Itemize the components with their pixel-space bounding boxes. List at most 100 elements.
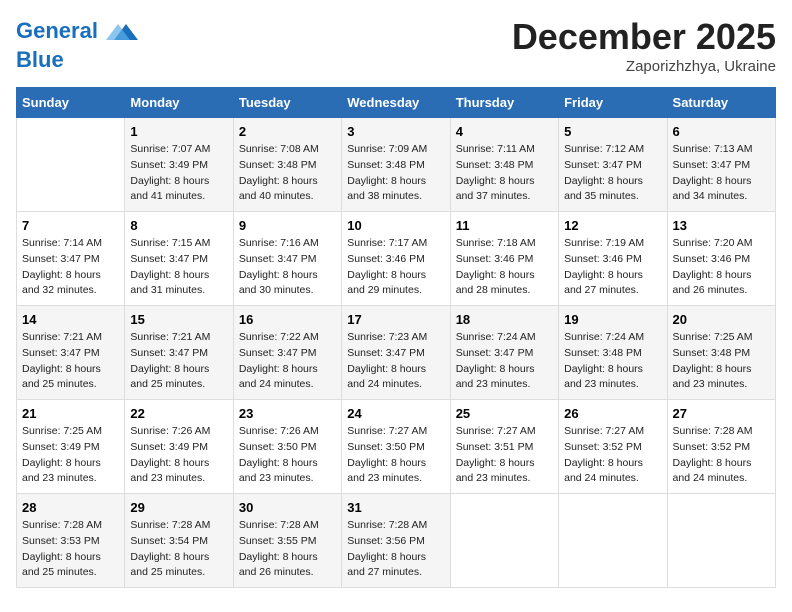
day-info: Sunrise: 7:18 AMSunset: 3:46 PMDaylight:… — [456, 236, 553, 299]
day-number: 28 — [22, 500, 119, 515]
day-info: Sunrise: 7:21 AMSunset: 3:47 PMDaylight:… — [22, 330, 119, 393]
day-cell: 4 Sunrise: 7:11 AMSunset: 3:48 PMDaylight… — [450, 118, 558, 212]
day-cell: 25 Sunrise: 7:27 AMSunset: 3:51 PMDayligh… — [450, 400, 558, 494]
day-cell: 10 Sunrise: 7:17 AMSunset: 3:46 PMDayligh… — [342, 212, 450, 306]
day-info: Sunrise: 7:13 AMSunset: 3:47 PMDaylight:… — [673, 142, 770, 205]
day-cell: 13 Sunrise: 7:20 AMSunset: 3:46 PMDayligh… — [667, 212, 775, 306]
day-number: 31 — [347, 500, 444, 515]
day-info: Sunrise: 7:21 AMSunset: 3:47 PMDaylight:… — [130, 330, 227, 393]
week-row-5: 28Sunrise: 7:28 AMSunset: 3:53 PMDayligh… — [17, 494, 776, 588]
week-row-1: 1Sunrise: 7:07 AMSunset: 3:49 PMDaylight… — [17, 118, 776, 212]
day-cell: 6 Sunrise: 7:13 AMSunset: 3:47 PMDaylight… — [667, 118, 775, 212]
day-cell: 27 Sunrise: 7:28 AMSunset: 3:52 PMDayligh… — [667, 400, 775, 494]
day-cell — [450, 494, 558, 588]
day-info: Sunrise: 7:28 AMSunset: 3:55 PMDaylight:… — [239, 518, 336, 581]
day-info: Sunrise: 7:24 AMSunset: 3:47 PMDaylight:… — [456, 330, 553, 393]
day-cell: 31 Sunrise: 7:28 AMSunset: 3:56 PMDayligh… — [342, 494, 450, 588]
day-number: 6 — [673, 124, 770, 139]
day-number: 29 — [130, 500, 227, 515]
day-number: 7 — [22, 218, 119, 233]
day-number: 3 — [347, 124, 444, 139]
day-number: 13 — [673, 218, 770, 233]
day-number: 9 — [239, 218, 336, 233]
day-number: 1 — [130, 124, 227, 139]
day-info: Sunrise: 7:15 AMSunset: 3:47 PMDaylight:… — [130, 236, 227, 299]
day-number: 24 — [347, 406, 444, 421]
day-info: Sunrise: 7:26 AMSunset: 3:50 PMDaylight:… — [239, 424, 336, 487]
day-info: Sunrise: 7:09 AMSunset: 3:48 PMDaylight:… — [347, 142, 444, 205]
day-cell: 30 Sunrise: 7:28 AMSunset: 3:55 PMDayligh… — [233, 494, 341, 588]
day-number: 10 — [347, 218, 444, 233]
day-number: 27 — [673, 406, 770, 421]
day-number: 4 — [456, 124, 553, 139]
day-cell: 23Sunrise: 7:26 AMSunset: 3:50 PMDayligh… — [233, 400, 341, 494]
week-row-3: 14Sunrise: 7:21 AMSunset: 3:47 PMDayligh… — [17, 306, 776, 400]
day-info: Sunrise: 7:20 AMSunset: 3:46 PMDaylight:… — [673, 236, 770, 299]
day-cell: 17 Sunrise: 7:23 AMSunset: 3:47 PMDayligh… — [342, 306, 450, 400]
day-info: Sunrise: 7:27 AMSunset: 3:50 PMDaylight:… — [347, 424, 444, 487]
day-number: 21 — [22, 406, 119, 421]
day-number: 20 — [673, 312, 770, 327]
col-header-wednesday: Wednesday — [342, 88, 450, 118]
day-info: Sunrise: 7:26 AMSunset: 3:49 PMDaylight:… — [130, 424, 227, 487]
day-number: 19 — [564, 312, 661, 327]
month-title: December 2025 — [512, 16, 776, 58]
day-info: Sunrise: 7:27 AMSunset: 3:52 PMDaylight:… — [564, 424, 661, 487]
day-number: 22 — [130, 406, 227, 421]
day-cell: 3 Sunrise: 7:09 AMSunset: 3:48 PMDaylight… — [342, 118, 450, 212]
day-number: 18 — [456, 312, 553, 327]
day-cell: 2Sunrise: 7:08 AMSunset: 3:48 PMDaylight… — [233, 118, 341, 212]
day-number: 8 — [130, 218, 227, 233]
day-info: Sunrise: 7:28 AMSunset: 3:56 PMDaylight:… — [347, 518, 444, 581]
location-subtitle: Zaporizhzhya, Ukraine — [512, 58, 776, 75]
day-info: Sunrise: 7:28 AMSunset: 3:52 PMDaylight:… — [673, 424, 770, 487]
day-cell: 11 Sunrise: 7:18 AMSunset: 3:46 PMDayligh… — [450, 212, 558, 306]
day-cell: 20Sunrise: 7:25 AMSunset: 3:48 PMDayligh… — [667, 306, 775, 400]
col-header-thursday: Thursday — [450, 88, 558, 118]
day-info: Sunrise: 7:24 AMSunset: 3:48 PMDaylight:… — [564, 330, 661, 393]
logo-blue: Blue — [16, 48, 138, 72]
day-cell: 16 Sunrise: 7:22 AMSunset: 3:47 PMDayligh… — [233, 306, 341, 400]
col-header-sunday: Sunday — [17, 88, 125, 118]
day-number: 17 — [347, 312, 444, 327]
day-number: 12 — [564, 218, 661, 233]
day-cell: 9 Sunrise: 7:16 AMSunset: 3:47 PMDaylight… — [233, 212, 341, 306]
col-header-saturday: Saturday — [667, 88, 775, 118]
day-cell: 19 Sunrise: 7:24 AMSunset: 3:48 PMDayligh… — [559, 306, 667, 400]
day-cell: 26 Sunrise: 7:27 AMSunset: 3:52 PMDayligh… — [559, 400, 667, 494]
day-info: Sunrise: 7:22 AMSunset: 3:47 PMDaylight:… — [239, 330, 336, 393]
day-info: Sunrise: 7:11 AMSunset: 3:48 PMDaylight:… — [456, 142, 553, 205]
day-info: Sunrise: 7:14 AMSunset: 3:47 PMDaylight:… — [22, 236, 119, 299]
col-header-tuesday: Tuesday — [233, 88, 341, 118]
logo-icon — [106, 16, 138, 48]
day-info: Sunrise: 7:23 AMSunset: 3:47 PMDaylight:… — [347, 330, 444, 393]
day-cell — [559, 494, 667, 588]
day-info: Sunrise: 7:25 AMSunset: 3:49 PMDaylight:… — [22, 424, 119, 487]
day-number: 16 — [239, 312, 336, 327]
day-info: Sunrise: 7:19 AMSunset: 3:46 PMDaylight:… — [564, 236, 661, 299]
day-number: 26 — [564, 406, 661, 421]
day-info: Sunrise: 7:16 AMSunset: 3:47 PMDaylight:… — [239, 236, 336, 299]
day-cell — [17, 118, 125, 212]
day-info: Sunrise: 7:17 AMSunset: 3:46 PMDaylight:… — [347, 236, 444, 299]
day-cell: 7 Sunrise: 7:14 AMSunset: 3:47 PMDaylight… — [17, 212, 125, 306]
day-info: Sunrise: 7:12 AMSunset: 3:47 PMDaylight:… — [564, 142, 661, 205]
day-cell: 14Sunrise: 7:21 AMSunset: 3:47 PMDayligh… — [17, 306, 125, 400]
day-cell: 22 Sunrise: 7:26 AMSunset: 3:49 PMDayligh… — [125, 400, 233, 494]
day-number: 25 — [456, 406, 553, 421]
day-number: 2 — [239, 124, 336, 139]
week-row-4: 21 Sunrise: 7:25 AMSunset: 3:49 PMDayligh… — [17, 400, 776, 494]
day-cell: 28Sunrise: 7:28 AMSunset: 3:53 PMDayligh… — [17, 494, 125, 588]
day-number: 5 — [564, 124, 661, 139]
day-number: 11 — [456, 218, 553, 233]
day-number: 30 — [239, 500, 336, 515]
day-number: 15 — [130, 312, 227, 327]
calendar-table: SundayMondayTuesdayWednesdayThursdayFrid… — [16, 87, 776, 588]
day-info: Sunrise: 7:28 AMSunset: 3:54 PMDaylight:… — [130, 518, 227, 581]
day-info: Sunrise: 7:27 AMSunset: 3:51 PMDaylight:… — [456, 424, 553, 487]
col-header-monday: Monday — [125, 88, 233, 118]
day-cell: 29 Sunrise: 7:28 AMSunset: 3:54 PMDayligh… — [125, 494, 233, 588]
logo: General Blue — [16, 16, 138, 72]
day-cell: 15 Sunrise: 7:21 AMSunset: 3:47 PMDayligh… — [125, 306, 233, 400]
week-row-2: 7 Sunrise: 7:14 AMSunset: 3:47 PMDaylight… — [17, 212, 776, 306]
